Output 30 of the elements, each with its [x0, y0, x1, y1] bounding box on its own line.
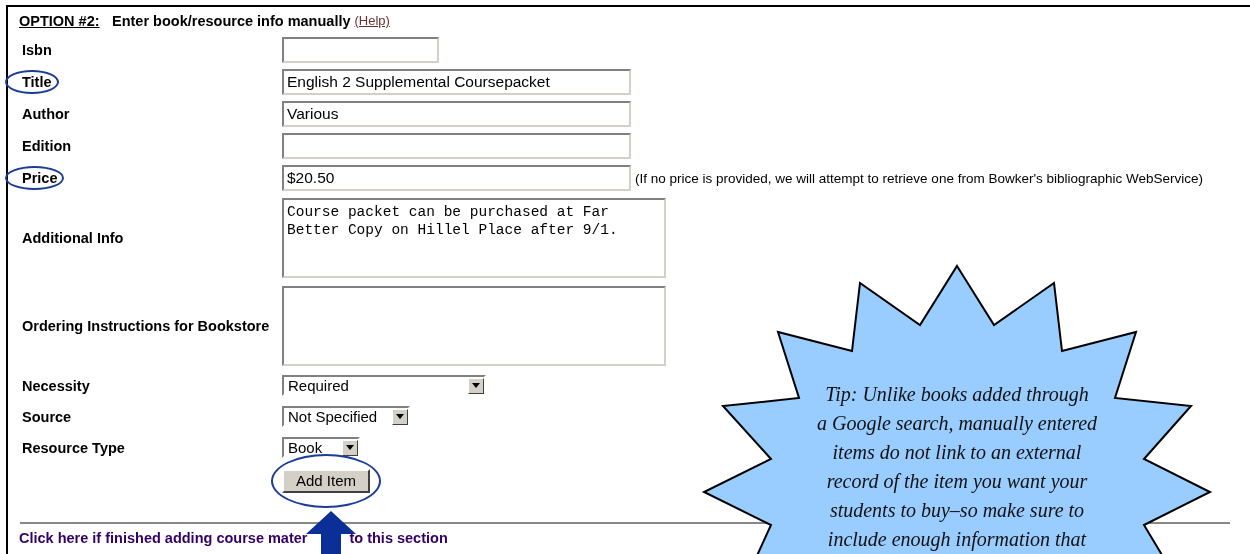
field-label: Necessity — [22, 377, 90, 394]
field-label: Author — [22, 106, 70, 122]
dropdown-arrow-icon — [472, 383, 480, 388]
text-field[interactable] — [282, 37, 439, 63]
dropdown[interactable]: Book — [282, 437, 360, 458]
field-label: Ordering Instructions for Bookstore — [22, 318, 270, 334]
option-label: OPTION #2: — [19, 12, 101, 29]
field-label: Source — [22, 408, 72, 425]
text-area[interactable] — [282, 286, 666, 366]
text-field[interactable]: Various — [282, 101, 631, 127]
field-label: Price — [22, 170, 58, 186]
field-label: Edition — [22, 138, 72, 154]
add-item-button[interactable]: Add Item — [282, 468, 370, 493]
field-label: Additional Info — [22, 230, 124, 246]
text-field[interactable] — [282, 133, 631, 159]
text-field[interactable]: English 2 Supplemental Coursepacket — [282, 69, 631, 95]
tip-text: Tip: Unlike books added through a Google search, manually entered items do not link to an external record of the item you want your students to buy–so make sure to include enough information that — [815, 382, 1099, 553]
finish-link[interactable]: Click here if finished adding course mater to this section — [19, 530, 448, 546]
price-note: (If no price is provided, we will attempt to retrieve one from Bowker's bibliographic WebService) — [635, 170, 1204, 186]
dropdown-arrow-icon — [346, 445, 354, 450]
dropdown-arrow-icon — [396, 414, 404, 419]
field-label: Title — [22, 74, 52, 90]
help-link[interactable]: (Help) — [354, 13, 390, 28]
field-label: Isbn — [22, 42, 52, 58]
dropdown[interactable]: Not Specified — [282, 406, 410, 427]
section-title: Enter book/resource info manually — [112, 12, 351, 29]
text-field[interactable]: $20.50 — [282, 165, 631, 191]
field-label: Resource Type — [22, 439, 125, 456]
dropdown[interactable]: Required — [282, 375, 486, 396]
text-area[interactable]: Course packet can be purchased at Far Better Copy on Hillel Place after 9/1. — [282, 198, 666, 278]
